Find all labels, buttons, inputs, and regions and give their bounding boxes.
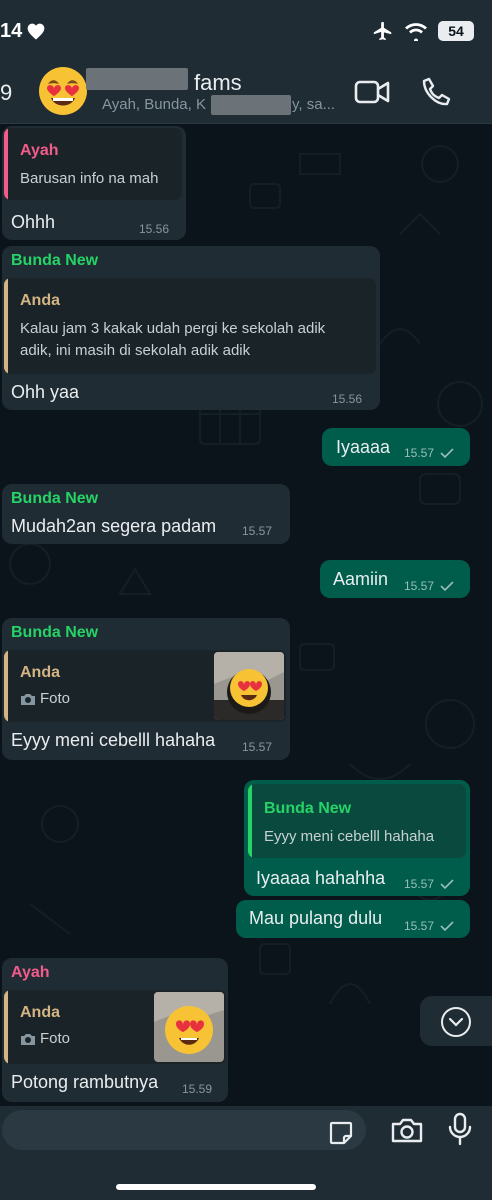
status-icons: 54 <box>372 20 474 42</box>
quote-bar <box>4 278 8 374</box>
status-time: 14 <box>0 20 23 42</box>
message-text: Ohhh <box>11 212 56 232</box>
chat-title[interactable]: fams <box>194 70 242 96</box>
sent-check-icon <box>440 448 454 459</box>
message-text: Mudah2an segera padam <box>11 516 217 536</box>
message-text: Iyaaaa hahahha <box>256 868 386 888</box>
photo-thumbnail[interactable] <box>154 992 224 1062</box>
members-list[interactable]: Ayah, Bunda, K <box>102 96 206 113</box>
back-unread-count[interactable]: 9 <box>0 80 12 106</box>
message-bubble-incoming[interactable]: Ayah Barusan info na mah Ohhh 15.56 <box>2 126 186 240</box>
message-text: Ohh yaa <box>11 382 80 402</box>
battery-indicator: 54 <box>438 21 474 41</box>
message-bubble-outgoing[interactable]: Mau pulang dulu 15.57 <box>236 900 470 938</box>
sender-name: Bunda New <box>11 490 99 507</box>
video-call-icon[interactable] <box>354 78 390 106</box>
message-time: 15.57 <box>404 877 435 891</box>
message-bubble-incoming[interactable]: Bunda New Mudah2an segera padam 15.57 <box>2 484 290 544</box>
message-bubble-outgoing[interactable]: Bunda New Eyyy meni cebelll hahaha Iyaaa… <box>244 780 470 896</box>
quote-bar <box>4 990 8 1064</box>
message-time: 15.56 <box>332 392 363 406</box>
quote-text: Eyyy meni cebelll hahaha <box>264 828 435 845</box>
members-list-tail[interactable]: y, sa... <box>292 96 335 113</box>
photo-thumbnail[interactable] <box>214 652 284 720</box>
message-time: 15.56 <box>139 222 170 236</box>
quote-text-line2: adik, ini masih di sekolah adik adik <box>20 342 251 359</box>
quote-sender: Anda <box>20 1004 60 1021</box>
input-bar <box>0 1106 492 1200</box>
camera-icon[interactable] <box>390 1116 424 1144</box>
sent-check-icon <box>440 581 454 592</box>
quote-media-label: Foto <box>40 1030 71 1047</box>
chat-area[interactable]: Ayah Barusan info na mah Ohhh 15.56 Bund… <box>0 124 492 1106</box>
quoted-message[interactable]: Anda Foto <box>4 990 226 1064</box>
message-bubble-outgoing[interactable]: Iyaaaa 15.57 <box>322 428 470 466</box>
chat-header[interactable]: 9 fams Ayah, Bunda, K y, sa... <box>0 62 492 124</box>
sticker-icon[interactable] <box>328 1120 354 1146</box>
message-time: 15.57 <box>404 919 435 933</box>
message-time: 15.57 <box>242 740 273 754</box>
sender-name: Bunda New <box>11 624 99 641</box>
message-time: 15.57 <box>404 446 435 460</box>
status-bar: 14 54 <box>0 0 492 62</box>
quote-text-line1: Kalau jam 3 kakak udah pergi ke sekolah … <box>20 320 326 337</box>
wifi-icon <box>405 23 427 41</box>
sent-check-icon <box>440 921 454 932</box>
quoted-message[interactable]: Anda Foto <box>4 650 286 722</box>
quote-sender: Anda <box>20 292 60 309</box>
message-text: Aamiin <box>333 569 389 589</box>
message-text: Mau pulang dulu <box>249 908 383 928</box>
message-input[interactable] <box>2 1110 366 1150</box>
message-bubble-outgoing[interactable]: Aamiin 15.57 <box>320 560 470 598</box>
quote-bar <box>4 650 8 722</box>
message-bubble-incoming[interactable]: Bunda New Anda Kalau jam 3 kakak udah pe… <box>2 246 380 410</box>
quoted-message[interactable]: Anda Kalau jam 3 kakak udah pergi ke sek… <box>4 278 376 374</box>
scroll-to-bottom-button[interactable] <box>420 996 492 1046</box>
redacted-title <box>86 68 188 90</box>
message-bubble-incoming[interactable]: Bunda New Anda Foto Eyyy meni cebelll ha… <box>2 618 290 760</box>
message-bubble-incoming[interactable]: Ayah Anda Foto Potong rambutnya 15.59 <box>2 958 228 1102</box>
quote-sender: Ayah <box>20 142 59 159</box>
message-time: 15.57 <box>404 579 435 593</box>
sender-name: Bunda New <box>11 252 99 269</box>
quoted-message[interactable]: Bunda New Eyyy meni cebelll hahaha <box>248 784 466 858</box>
chevron-down-icon[interactable] <box>440 1006 472 1038</box>
quoted-message[interactable]: Ayah Barusan info na mah <box>4 128 182 200</box>
phone-icon[interactable] <box>420 76 452 108</box>
quote-sender: Anda <box>20 664 60 681</box>
message-text: Potong rambutnya <box>11 1072 159 1092</box>
sent-check-icon <box>440 879 454 890</box>
message-time: 15.59 <box>182 1082 213 1096</box>
quote-bar <box>4 128 8 200</box>
home-indicator[interactable] <box>116 1184 316 1190</box>
camera-small-icon <box>21 694 35 705</box>
sender-name: Ayah <box>11 964 50 981</box>
quote-media-label: Foto <box>40 690 71 707</box>
microphone-icon[interactable] <box>448 1112 472 1146</box>
message-text: Iyaaaa <box>336 437 391 457</box>
airplane-icon <box>373 21 392 41</box>
quote-text: Barusan info na mah <box>20 170 159 187</box>
camera-small-icon <box>21 1034 35 1045</box>
message-text: Eyyy meni cebelll hahaha <box>11 730 216 750</box>
group-avatar[interactable] <box>38 66 88 116</box>
quote-bar <box>248 784 252 858</box>
redacted-member <box>211 95 291 115</box>
heart-icon <box>27 23 45 40</box>
message-time: 15.57 <box>242 524 273 538</box>
quote-sender: Bunda New <box>264 800 352 817</box>
